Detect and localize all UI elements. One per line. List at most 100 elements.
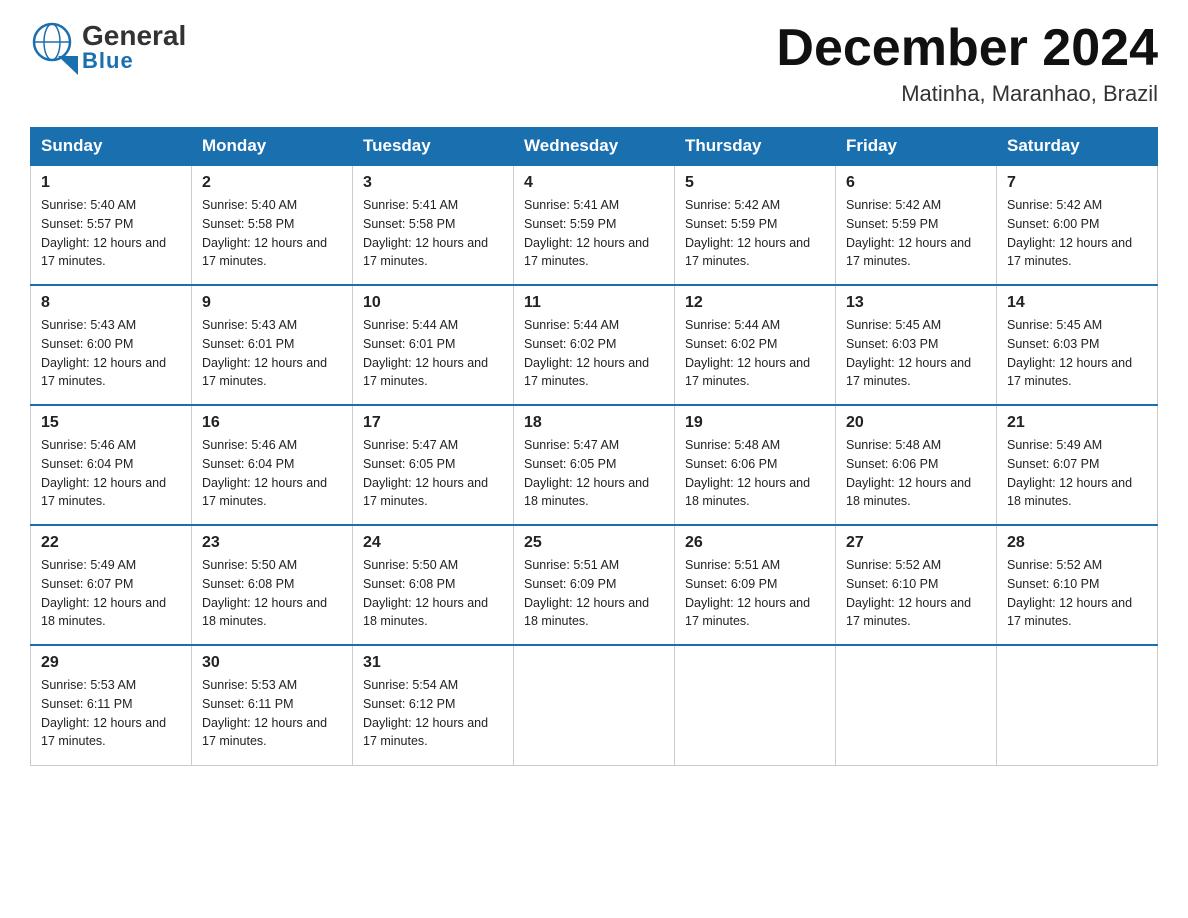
day-number: 20 <box>846 414 986 432</box>
calendar-cell: 11 Sunrise: 5:44 AM Sunset: 6:02 PM Dayl… <box>514 285 675 405</box>
day-number: 9 <box>202 294 342 312</box>
calendar-cell: 22 Sunrise: 5:49 AM Sunset: 6:07 PM Dayl… <box>31 525 192 645</box>
calendar-week-5: 29 Sunrise: 5:53 AM Sunset: 6:11 PM Dayl… <box>31 645 1158 765</box>
calendar-week-2: 8 Sunrise: 5:43 AM Sunset: 6:00 PM Dayli… <box>31 285 1158 405</box>
calendar-body: 1 Sunrise: 5:40 AM Sunset: 5:57 PM Dayli… <box>31 165 1158 765</box>
calendar-cell: 21 Sunrise: 5:49 AM Sunset: 6:07 PM Dayl… <box>997 405 1158 525</box>
calendar-cell: 17 Sunrise: 5:47 AM Sunset: 6:05 PM Dayl… <box>353 405 514 525</box>
day-info: Sunrise: 5:54 AM Sunset: 6:12 PM Dayligh… <box>363 676 503 751</box>
day-number: 4 <box>524 174 664 192</box>
calendar-cell <box>997 645 1158 765</box>
day-number: 14 <box>1007 294 1147 312</box>
calendar-cell: 12 Sunrise: 5:44 AM Sunset: 6:02 PM Dayl… <box>675 285 836 405</box>
calendar-cell: 1 Sunrise: 5:40 AM Sunset: 5:57 PM Dayli… <box>31 165 192 285</box>
logo-text-block: General Blue <box>82 22 186 74</box>
calendar-cell: 24 Sunrise: 5:50 AM Sunset: 6:08 PM Dayl… <box>353 525 514 645</box>
day-info: Sunrise: 5:44 AM Sunset: 6:02 PM Dayligh… <box>685 316 825 391</box>
day-info: Sunrise: 5:47 AM Sunset: 6:05 PM Dayligh… <box>524 436 664 511</box>
day-info: Sunrise: 5:44 AM Sunset: 6:01 PM Dayligh… <box>363 316 503 391</box>
day-number: 31 <box>363 654 503 672</box>
calendar-week-4: 22 Sunrise: 5:49 AM Sunset: 6:07 PM Dayl… <box>31 525 1158 645</box>
day-number: 25 <box>524 534 664 552</box>
day-number: 6 <box>846 174 986 192</box>
day-number: 3 <box>363 174 503 192</box>
calendar-cell: 13 Sunrise: 5:45 AM Sunset: 6:03 PM Dayl… <box>836 285 997 405</box>
day-info: Sunrise: 5:46 AM Sunset: 6:04 PM Dayligh… <box>41 436 181 511</box>
calendar-week-3: 15 Sunrise: 5:46 AM Sunset: 6:04 PM Dayl… <box>31 405 1158 525</box>
day-number: 8 <box>41 294 181 312</box>
day-info: Sunrise: 5:45 AM Sunset: 6:03 PM Dayligh… <box>1007 316 1147 391</box>
calendar-cell <box>514 645 675 765</box>
logo-general: General <box>82 22 186 50</box>
day-number: 30 <box>202 654 342 672</box>
calendar-cell <box>836 645 997 765</box>
day-info: Sunrise: 5:41 AM Sunset: 5:58 PM Dayligh… <box>363 196 503 271</box>
day-number: 17 <box>363 414 503 432</box>
logo-blue: Blue <box>82 48 134 74</box>
logo-icon <box>30 20 78 75</box>
day-info: Sunrise: 5:43 AM Sunset: 6:01 PM Dayligh… <box>202 316 342 391</box>
calendar-cell: 6 Sunrise: 5:42 AM Sunset: 5:59 PM Dayli… <box>836 165 997 285</box>
day-number: 12 <box>685 294 825 312</box>
day-info: Sunrise: 5:40 AM Sunset: 5:57 PM Dayligh… <box>41 196 181 271</box>
day-info: Sunrise: 5:42 AM Sunset: 5:59 PM Dayligh… <box>685 196 825 271</box>
day-info: Sunrise: 5:51 AM Sunset: 6:09 PM Dayligh… <box>685 556 825 631</box>
day-info: Sunrise: 5:52 AM Sunset: 6:10 PM Dayligh… <box>846 556 986 631</box>
calendar-cell: 30 Sunrise: 5:53 AM Sunset: 6:11 PM Dayl… <box>192 645 353 765</box>
day-number: 22 <box>41 534 181 552</box>
calendar-cell: 27 Sunrise: 5:52 AM Sunset: 6:10 PM Dayl… <box>836 525 997 645</box>
col-friday: Friday <box>836 128 997 166</box>
day-info: Sunrise: 5:46 AM Sunset: 6:04 PM Dayligh… <box>202 436 342 511</box>
location: Matinha, Maranhao, Brazil <box>776 81 1158 107</box>
col-thursday: Thursday <box>675 128 836 166</box>
day-number: 11 <box>524 294 664 312</box>
calendar-cell: 20 Sunrise: 5:48 AM Sunset: 6:06 PM Dayl… <box>836 405 997 525</box>
calendar-cell: 8 Sunrise: 5:43 AM Sunset: 6:00 PM Dayli… <box>31 285 192 405</box>
day-number: 5 <box>685 174 825 192</box>
day-number: 19 <box>685 414 825 432</box>
day-info: Sunrise: 5:53 AM Sunset: 6:11 PM Dayligh… <box>41 676 181 751</box>
day-number: 28 <box>1007 534 1147 552</box>
calendar-cell: 4 Sunrise: 5:41 AM Sunset: 5:59 PM Dayli… <box>514 165 675 285</box>
header-row: Sunday Monday Tuesday Wednesday Thursday… <box>31 128 1158 166</box>
day-info: Sunrise: 5:53 AM Sunset: 6:11 PM Dayligh… <box>202 676 342 751</box>
day-info: Sunrise: 5:51 AM Sunset: 6:09 PM Dayligh… <box>524 556 664 631</box>
title-block: December 2024 Matinha, Maranhao, Brazil <box>776 20 1158 107</box>
day-info: Sunrise: 5:50 AM Sunset: 6:08 PM Dayligh… <box>202 556 342 631</box>
col-saturday: Saturday <box>997 128 1158 166</box>
day-info: Sunrise: 5:45 AM Sunset: 6:03 PM Dayligh… <box>846 316 986 391</box>
col-tuesday: Tuesday <box>353 128 514 166</box>
col-sunday: Sunday <box>31 128 192 166</box>
calendar-cell: 18 Sunrise: 5:47 AM Sunset: 6:05 PM Dayl… <box>514 405 675 525</box>
calendar-cell: 25 Sunrise: 5:51 AM Sunset: 6:09 PM Dayl… <box>514 525 675 645</box>
day-info: Sunrise: 5:48 AM Sunset: 6:06 PM Dayligh… <box>685 436 825 511</box>
day-info: Sunrise: 5:41 AM Sunset: 5:59 PM Dayligh… <box>524 196 664 271</box>
day-number: 26 <box>685 534 825 552</box>
day-info: Sunrise: 5:52 AM Sunset: 6:10 PM Dayligh… <box>1007 556 1147 631</box>
col-wednesday: Wednesday <box>514 128 675 166</box>
day-number: 23 <box>202 534 342 552</box>
calendar-cell: 15 Sunrise: 5:46 AM Sunset: 6:04 PM Dayl… <box>31 405 192 525</box>
calendar-cell: 23 Sunrise: 5:50 AM Sunset: 6:08 PM Dayl… <box>192 525 353 645</box>
calendar-cell: 14 Sunrise: 5:45 AM Sunset: 6:03 PM Dayl… <box>997 285 1158 405</box>
calendar-cell: 19 Sunrise: 5:48 AM Sunset: 6:06 PM Dayl… <box>675 405 836 525</box>
day-info: Sunrise: 5:40 AM Sunset: 5:58 PM Dayligh… <box>202 196 342 271</box>
day-info: Sunrise: 5:44 AM Sunset: 6:02 PM Dayligh… <box>524 316 664 391</box>
calendar-table: Sunday Monday Tuesday Wednesday Thursday… <box>30 127 1158 766</box>
day-number: 15 <box>41 414 181 432</box>
page-header: General Blue December 2024 Matinha, Mara… <box>30 20 1158 107</box>
calendar-week-1: 1 Sunrise: 5:40 AM Sunset: 5:57 PM Dayli… <box>31 165 1158 285</box>
calendar-cell: 5 Sunrise: 5:42 AM Sunset: 5:59 PM Dayli… <box>675 165 836 285</box>
calendar-cell: 9 Sunrise: 5:43 AM Sunset: 6:01 PM Dayli… <box>192 285 353 405</box>
logo-svg <box>30 20 78 75</box>
calendar-cell: 26 Sunrise: 5:51 AM Sunset: 6:09 PM Dayl… <box>675 525 836 645</box>
calendar-cell <box>675 645 836 765</box>
day-info: Sunrise: 5:42 AM Sunset: 5:59 PM Dayligh… <box>846 196 986 271</box>
day-number: 29 <box>41 654 181 672</box>
day-info: Sunrise: 5:50 AM Sunset: 6:08 PM Dayligh… <box>363 556 503 631</box>
day-number: 27 <box>846 534 986 552</box>
day-info: Sunrise: 5:48 AM Sunset: 6:06 PM Dayligh… <box>846 436 986 511</box>
day-info: Sunrise: 5:47 AM Sunset: 6:05 PM Dayligh… <box>363 436 503 511</box>
day-number: 13 <box>846 294 986 312</box>
calendar-cell: 3 Sunrise: 5:41 AM Sunset: 5:58 PM Dayli… <box>353 165 514 285</box>
